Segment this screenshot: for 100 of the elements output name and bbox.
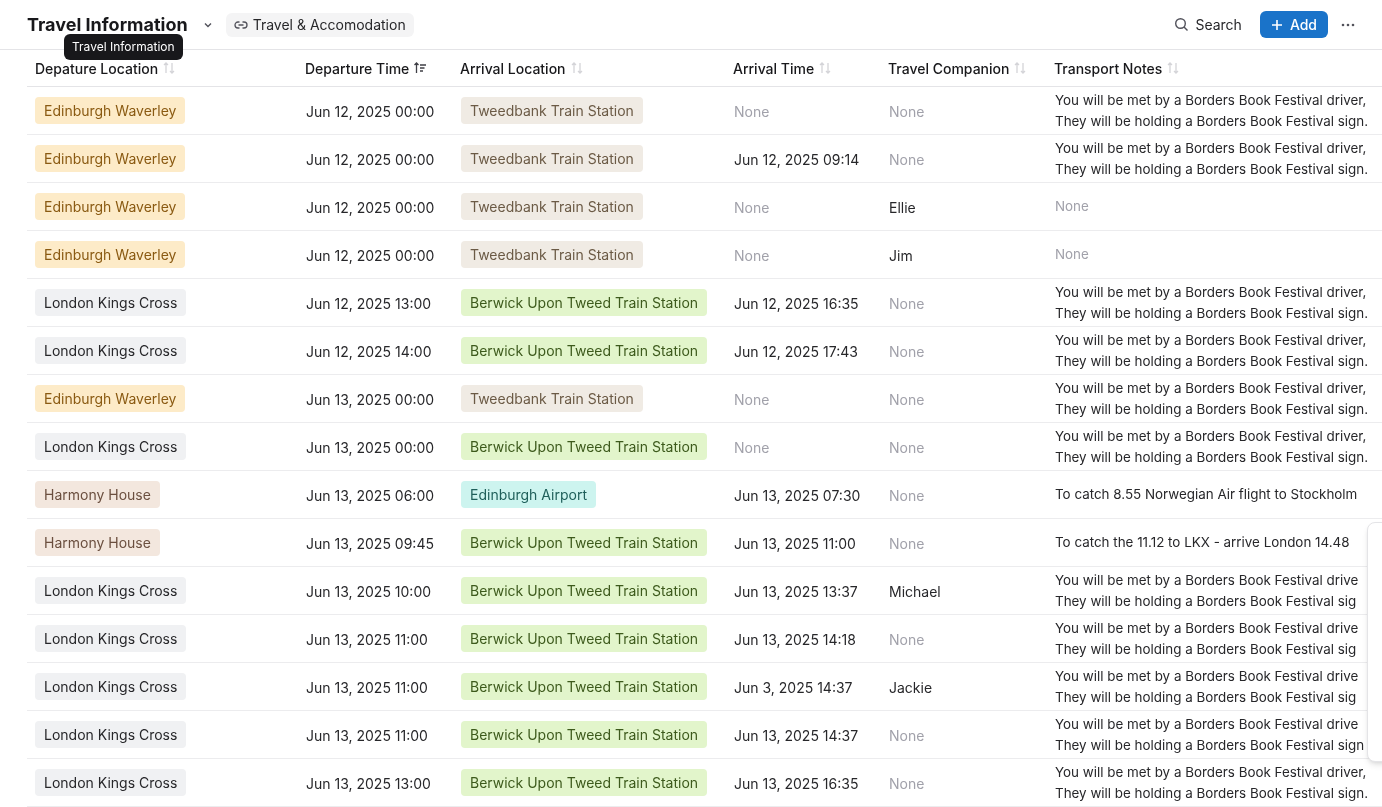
more-icon[interactable]	[1341, 22, 1355, 27]
column-header[interactable]: Travel Companion	[888, 57, 1010, 79]
location-tag: Tweedbank Train Station	[461, 97, 643, 124]
cell-text: Jun 13, 2025 09:45	[306, 534, 434, 552]
location-tag: London Kings Cross	[35, 577, 187, 604]
column-header[interactable]: Departure Time	[305, 57, 410, 79]
note-text: You will be met by a Borders Book Festival driver,	[1055, 138, 1368, 158]
location-tag: Tweedbank Train Station	[461, 193, 643, 220]
note-text: You will be met by a Borders Book Festival driver,	[1055, 330, 1368, 350]
cell-text: Jun 13, 2025 11:00	[306, 630, 428, 648]
cell-text: Jun 13, 2025 14:37	[734, 726, 859, 744]
note-text: You will be met by a Borders Book Festival driver,	[1055, 426, 1368, 446]
search-icon	[1174, 17, 1190, 32]
cell-text: Jim	[889, 246, 913, 264]
cell-text: Jun 12, 2025 09:14	[734, 150, 860, 168]
tooltip: Travel Information	[64, 34, 183, 60]
cell-text: None	[889, 774, 925, 792]
column-header[interactable]: Arrival Location	[460, 57, 566, 79]
cell-text: Jun 13, 2025 06:00	[306, 486, 435, 504]
note-text: None	[1055, 197, 1090, 216]
cell-text: Jun 13, 2025 10:00	[306, 582, 432, 600]
sort-ascending-icon[interactable]	[413, 61, 428, 75]
location-tag: Tweedbank Train Station	[461, 241, 643, 268]
note-text: You will be met by a Borders Book Festival drive	[1055, 666, 1360, 686]
cell-text: Ellie	[889, 198, 916, 216]
location-tag: London Kings Cross	[35, 337, 187, 364]
column-header[interactable]: Arrival Time	[733, 57, 815, 79]
note-text: You will be met by a Borders Book Festival drive	[1055, 714, 1360, 734]
location-tag: London Kings Cross	[35, 673, 187, 700]
cell-text: Jun 12, 2025 00:00	[306, 102, 435, 120]
location-tag: Edinburgh Waverley	[35, 97, 186, 124]
column-header[interactable]: Depature Location	[35, 57, 159, 79]
linked-page-chip[interactable]: Travel & Accomodation	[225, 12, 414, 37]
note-text: They will be holding a Borders Book Festival sig	[1055, 639, 1358, 659]
cell-text: Jun 12, 2025 17:43	[734, 342, 858, 360]
note-text: They will be holding a Borders Book Festival sign.	[1055, 447, 1369, 467]
location-tag: Berwick Upon Tweed Train Station	[461, 625, 708, 652]
location-tag: Berwick Upon Tweed Train Station	[461, 577, 708, 604]
location-tag: Berwick Upon Tweed Train Station	[461, 769, 708, 796]
location-tag: Berwick Upon Tweed Train Station	[461, 433, 708, 460]
cell-text: None	[889, 438, 925, 456]
note-text: You will be met by a Borders Book Festival driver,	[1055, 282, 1368, 302]
note-text: To catch 8.55 Norwegian Air flight to Stockholm	[1055, 485, 1359, 504]
cell-text: None	[889, 534, 925, 552]
location-tag: Berwick Upon Tweed Train Station	[461, 529, 708, 556]
location-tag: London Kings Cross	[35, 625, 187, 652]
location-tag: Edinburgh Waverley	[35, 385, 186, 412]
note-text: They will be holding a Borders Book Festival sig	[1055, 591, 1358, 611]
location-tag: London Kings Cross	[35, 721, 187, 748]
plus-icon	[1270, 18, 1283, 31]
note-text: They will be holding a Borders Book Festival sig	[1055, 687, 1358, 707]
cell-text: None	[889, 486, 925, 504]
sort-icon[interactable]	[818, 61, 833, 75]
sort-icon[interactable]	[1166, 61, 1181, 75]
cell-text: None	[734, 246, 770, 264]
cell-text: Jun 12, 2025 00:00	[306, 246, 435, 264]
note-text: You will be met by a Borders Book Festival drive	[1055, 618, 1360, 638]
location-tag: Harmony House	[35, 481, 160, 508]
location-tag: Edinburgh Waverley	[35, 193, 186, 220]
cell-text: None	[889, 102, 925, 120]
cell-text: Jun 13, 2025 07:30	[734, 486, 861, 504]
cell-text: Jun 13, 2025 16:35	[734, 774, 859, 792]
cell-text: None	[734, 438, 770, 456]
cell-text: Jun 3, 2025 14:37	[734, 678, 853, 696]
cell-text: None	[734, 102, 770, 120]
location-tag: Berwick Upon Tweed Train Station	[461, 337, 708, 364]
location-tag: London Kings Cross	[35, 769, 187, 796]
cell-text: Jun 13, 2025 13:00	[306, 774, 431, 792]
cell-text: Jun 12, 2025 16:35	[734, 294, 859, 312]
note-text: You will be met by a Borders Book Festival drive	[1055, 570, 1360, 590]
sort-icon[interactable]	[569, 61, 584, 75]
note-text: They will be holding a Borders Book Festival sign.	[1055, 111, 1369, 131]
note-text: You will be met by a Borders Book Festival driver,	[1055, 762, 1368, 782]
cell-text: Jun 13, 2025 11:00	[306, 726, 428, 744]
cell-text: None	[734, 390, 770, 408]
location-tag: London Kings Cross	[35, 289, 187, 316]
location-tag: Berwick Upon Tweed Train Station	[461, 289, 708, 316]
location-tag: London Kings Cross	[35, 433, 187, 460]
location-tag: Edinburgh Airport	[461, 481, 596, 508]
note-text: They will be holding a Borders Book Festival sign	[1055, 735, 1366, 755]
note-text: They will be holding a Borders Book Festival sign.	[1055, 351, 1369, 371]
add-button[interactable]: Add	[1259, 11, 1328, 38]
cell-text: Jun 13, 2025 14:18	[734, 630, 856, 648]
location-tag: Berwick Upon Tweed Train Station	[461, 721, 708, 748]
note-text: You will be met by a Borders Book Festival driver,	[1055, 90, 1368, 110]
location-tag: Edinburgh Waverley	[35, 241, 186, 268]
sort-icon[interactable]	[162, 61, 177, 75]
cell-text: Jun 12, 2025 13:00	[306, 294, 432, 312]
location-tag: Berwick Upon Tweed Train Station	[461, 673, 708, 700]
cell-text: None	[889, 726, 925, 744]
cell-text: Jun 12, 2025 00:00	[306, 198, 435, 216]
cell-text: Jun 13, 2025 00:00	[306, 390, 435, 408]
cell-text: None	[889, 150, 925, 168]
sort-icon[interactable]	[1013, 61, 1028, 75]
search-button[interactable]: Search	[1174, 14, 1242, 35]
cell-text: None	[889, 294, 925, 312]
note-text: They will be holding a Borders Book Festival sign.	[1055, 783, 1369, 803]
cell-text: Jun 13, 2025 00:00	[306, 438, 435, 456]
cell-text: Jun 13, 2025 13:37	[734, 582, 858, 600]
column-header[interactable]: Transport Notes	[1054, 57, 1163, 79]
